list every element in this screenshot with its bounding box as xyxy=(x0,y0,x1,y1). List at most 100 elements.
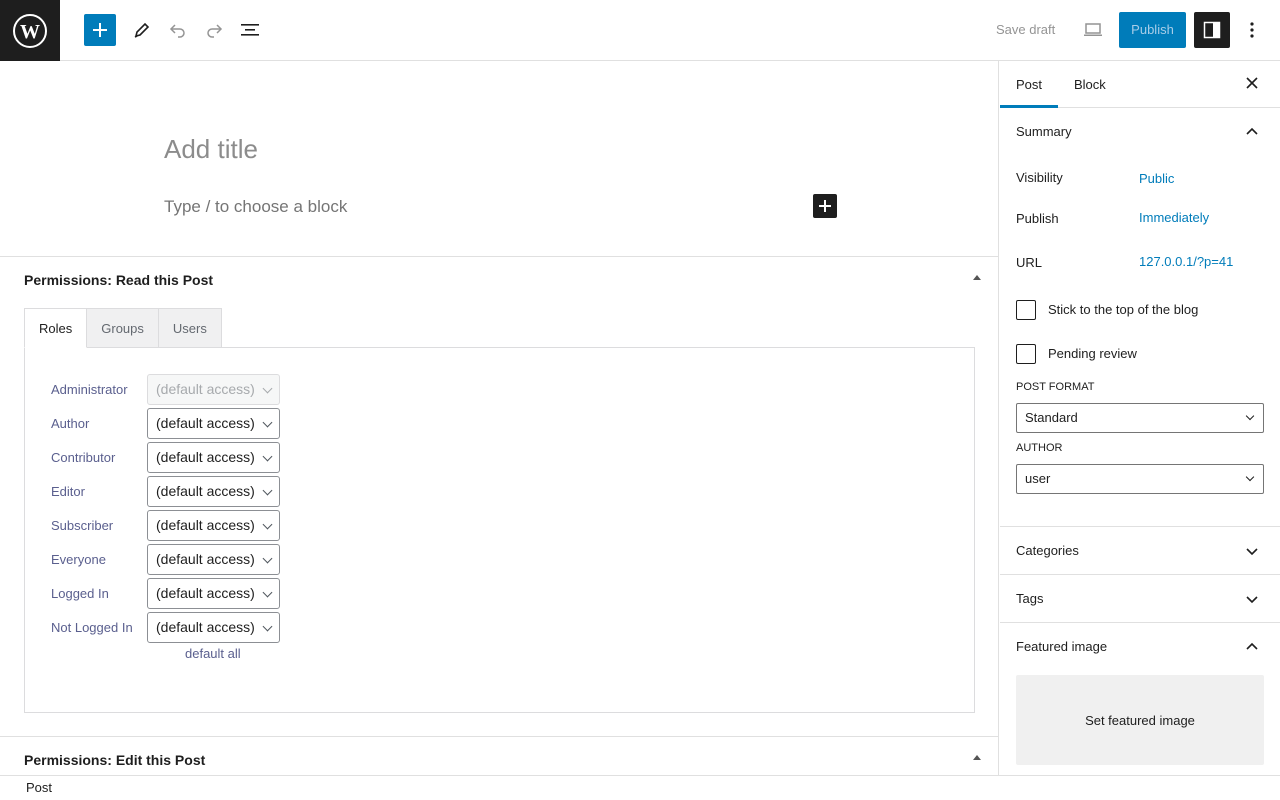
post-format-label: POST FORMAT xyxy=(1016,381,1095,393)
publish-date-label: Publish xyxy=(1016,211,1059,226)
chevron-down-icon xyxy=(262,451,273,461)
settings-sidebar: Post Block Summary Visibility Public Pub… xyxy=(1000,61,1280,775)
role-row: Logged In (default access) xyxy=(51,577,280,609)
chevron-down-icon xyxy=(1245,472,1255,482)
tab-block[interactable]: Block xyxy=(1058,61,1122,108)
sidebar-tabs: Post Block xyxy=(1000,61,1280,108)
sticky-label: Stick to the top of the blog xyxy=(1048,302,1199,317)
url-label: URL xyxy=(1016,255,1043,270)
chevron-down-icon xyxy=(262,383,273,393)
tab-users[interactable]: Users xyxy=(157,308,222,348)
role-label: Logged In xyxy=(51,585,109,601)
document-overview-button[interactable] xyxy=(234,14,266,46)
role-row: Editor (default access) xyxy=(51,475,280,507)
options-button[interactable] xyxy=(1236,12,1268,48)
save-draft-button[interactable]: Save draft xyxy=(984,14,1067,46)
role-row: Everyone (default access) xyxy=(51,543,280,575)
role-access-select[interactable]: (default access) xyxy=(147,509,280,541)
role-label: Contributor xyxy=(51,449,116,465)
visibility-toggle[interactable]: Public xyxy=(1139,171,1174,186)
collapse-toggle-icon[interactable] xyxy=(973,275,981,280)
post-title-input[interactable]: Add title xyxy=(164,134,258,165)
wordpress-logo-icon[interactable]: W xyxy=(0,0,60,61)
author-label: AUTHOR xyxy=(1016,442,1063,454)
visibility-label: Visibility xyxy=(1016,170,1063,185)
role-label: Administrator xyxy=(51,381,128,397)
featured-image-panel-toggle[interactable]: Featured image xyxy=(1000,623,1280,671)
undo-icon xyxy=(169,24,185,38)
list-view-icon xyxy=(241,24,259,36)
add-block-button[interactable] xyxy=(813,194,837,218)
role-row: Subscriber (default access) xyxy=(51,509,280,541)
role-label: Not Logged In xyxy=(51,619,133,635)
plus-icon xyxy=(93,23,107,37)
post-format-select[interactable]: Standard xyxy=(1016,403,1264,433)
role-label: Author xyxy=(51,415,90,431)
tab-groups[interactable]: Groups xyxy=(86,308,159,348)
chevron-down-icon xyxy=(262,519,273,529)
permissions-tabs: Roles Groups Users xyxy=(24,308,222,348)
chevron-up-icon xyxy=(1246,642,1258,650)
roles-panel: Administrator (default access) Author (d… xyxy=(24,347,975,713)
panel-title: Tags xyxy=(1016,591,1044,606)
categories-panel-toggle[interactable]: Categories xyxy=(1000,527,1280,575)
default-block-appender[interactable]: Type / to choose a block xyxy=(164,197,347,217)
redo-icon xyxy=(207,24,223,38)
sticky-checkbox[interactable] xyxy=(1016,300,1036,320)
settings-toggle-button[interactable] xyxy=(1194,12,1230,48)
chevron-down-icon xyxy=(262,621,273,631)
author-select[interactable]: user xyxy=(1016,464,1264,494)
pending-review-checkbox[interactable] xyxy=(1016,344,1036,364)
sidebar-icon xyxy=(1203,21,1221,39)
tab-post[interactable]: Post xyxy=(1000,61,1059,108)
pencil-icon xyxy=(134,22,150,38)
role-access-select[interactable]: (default access) xyxy=(147,577,280,609)
close-sidebar-button[interactable] xyxy=(1240,71,1264,95)
redo-button[interactable] xyxy=(198,14,230,46)
panel-title: Featured image xyxy=(1016,639,1108,654)
role-row: Not Logged In (default access) xyxy=(51,611,280,643)
metabox-title: Permissions: Edit this Post xyxy=(24,752,206,768)
chevron-down-icon xyxy=(1246,596,1258,604)
pending-review-label: Pending review xyxy=(1048,346,1137,361)
url-toggle[interactable]: 127.0.0.1/?p=41 xyxy=(1139,254,1233,269)
chevron-up-icon xyxy=(1246,127,1258,135)
set-featured-image-button[interactable]: Set featured image xyxy=(1016,675,1264,765)
role-label: Everyone xyxy=(51,551,106,567)
publish-button[interactable]: Publish xyxy=(1119,12,1186,48)
svg-text:W: W xyxy=(20,21,40,43)
editor-header: W Save draft Publish xyxy=(0,0,1280,61)
panel-title: Summary xyxy=(1016,124,1072,139)
role-access-select: (default access) xyxy=(147,373,280,405)
edit-permissions-metabox: Permissions: Edit this Post xyxy=(0,736,998,775)
role-access-select[interactable]: (default access) xyxy=(147,407,280,439)
more-vertical-icon xyxy=(1250,22,1254,38)
tags-panel-toggle[interactable]: Tags xyxy=(1000,575,1280,623)
tab-roles[interactable]: Roles xyxy=(24,308,88,348)
block-inserter-button[interactable] xyxy=(84,14,116,46)
publish-date-toggle[interactable]: Immediately xyxy=(1139,210,1209,225)
read-permissions-metabox: Permissions: Read this Post Roles Groups… xyxy=(0,256,998,736)
chevron-down-icon xyxy=(1245,411,1255,421)
collapse-toggle-icon[interactable] xyxy=(973,755,981,760)
role-access-select[interactable]: (default access) xyxy=(147,543,280,575)
default-all-link[interactable]: default all xyxy=(185,646,241,661)
chevron-down-icon xyxy=(1246,548,1258,556)
plus-icon xyxy=(819,200,831,212)
role-access-select[interactable]: (default access) xyxy=(147,475,280,507)
role-access-select[interactable]: (default access) xyxy=(147,441,280,473)
panel-title: Categories xyxy=(1016,543,1079,558)
metabox-title: Permissions: Read this Post xyxy=(24,272,214,288)
close-icon xyxy=(1246,77,1258,89)
role-label: Editor xyxy=(51,483,85,499)
breadcrumb-item[interactable]: Post xyxy=(26,780,52,795)
laptop-icon xyxy=(1084,23,1102,36)
role-label: Subscriber xyxy=(51,517,114,533)
tools-button[interactable] xyxy=(126,14,158,46)
chevron-down-icon xyxy=(262,553,273,563)
role-access-select[interactable]: (default access) xyxy=(147,611,280,643)
preview-button[interactable] xyxy=(1077,14,1109,46)
summary-panel-toggle[interactable]: Summary xyxy=(1000,108,1280,156)
chevron-down-icon xyxy=(262,485,273,495)
undo-button[interactable] xyxy=(162,14,194,46)
